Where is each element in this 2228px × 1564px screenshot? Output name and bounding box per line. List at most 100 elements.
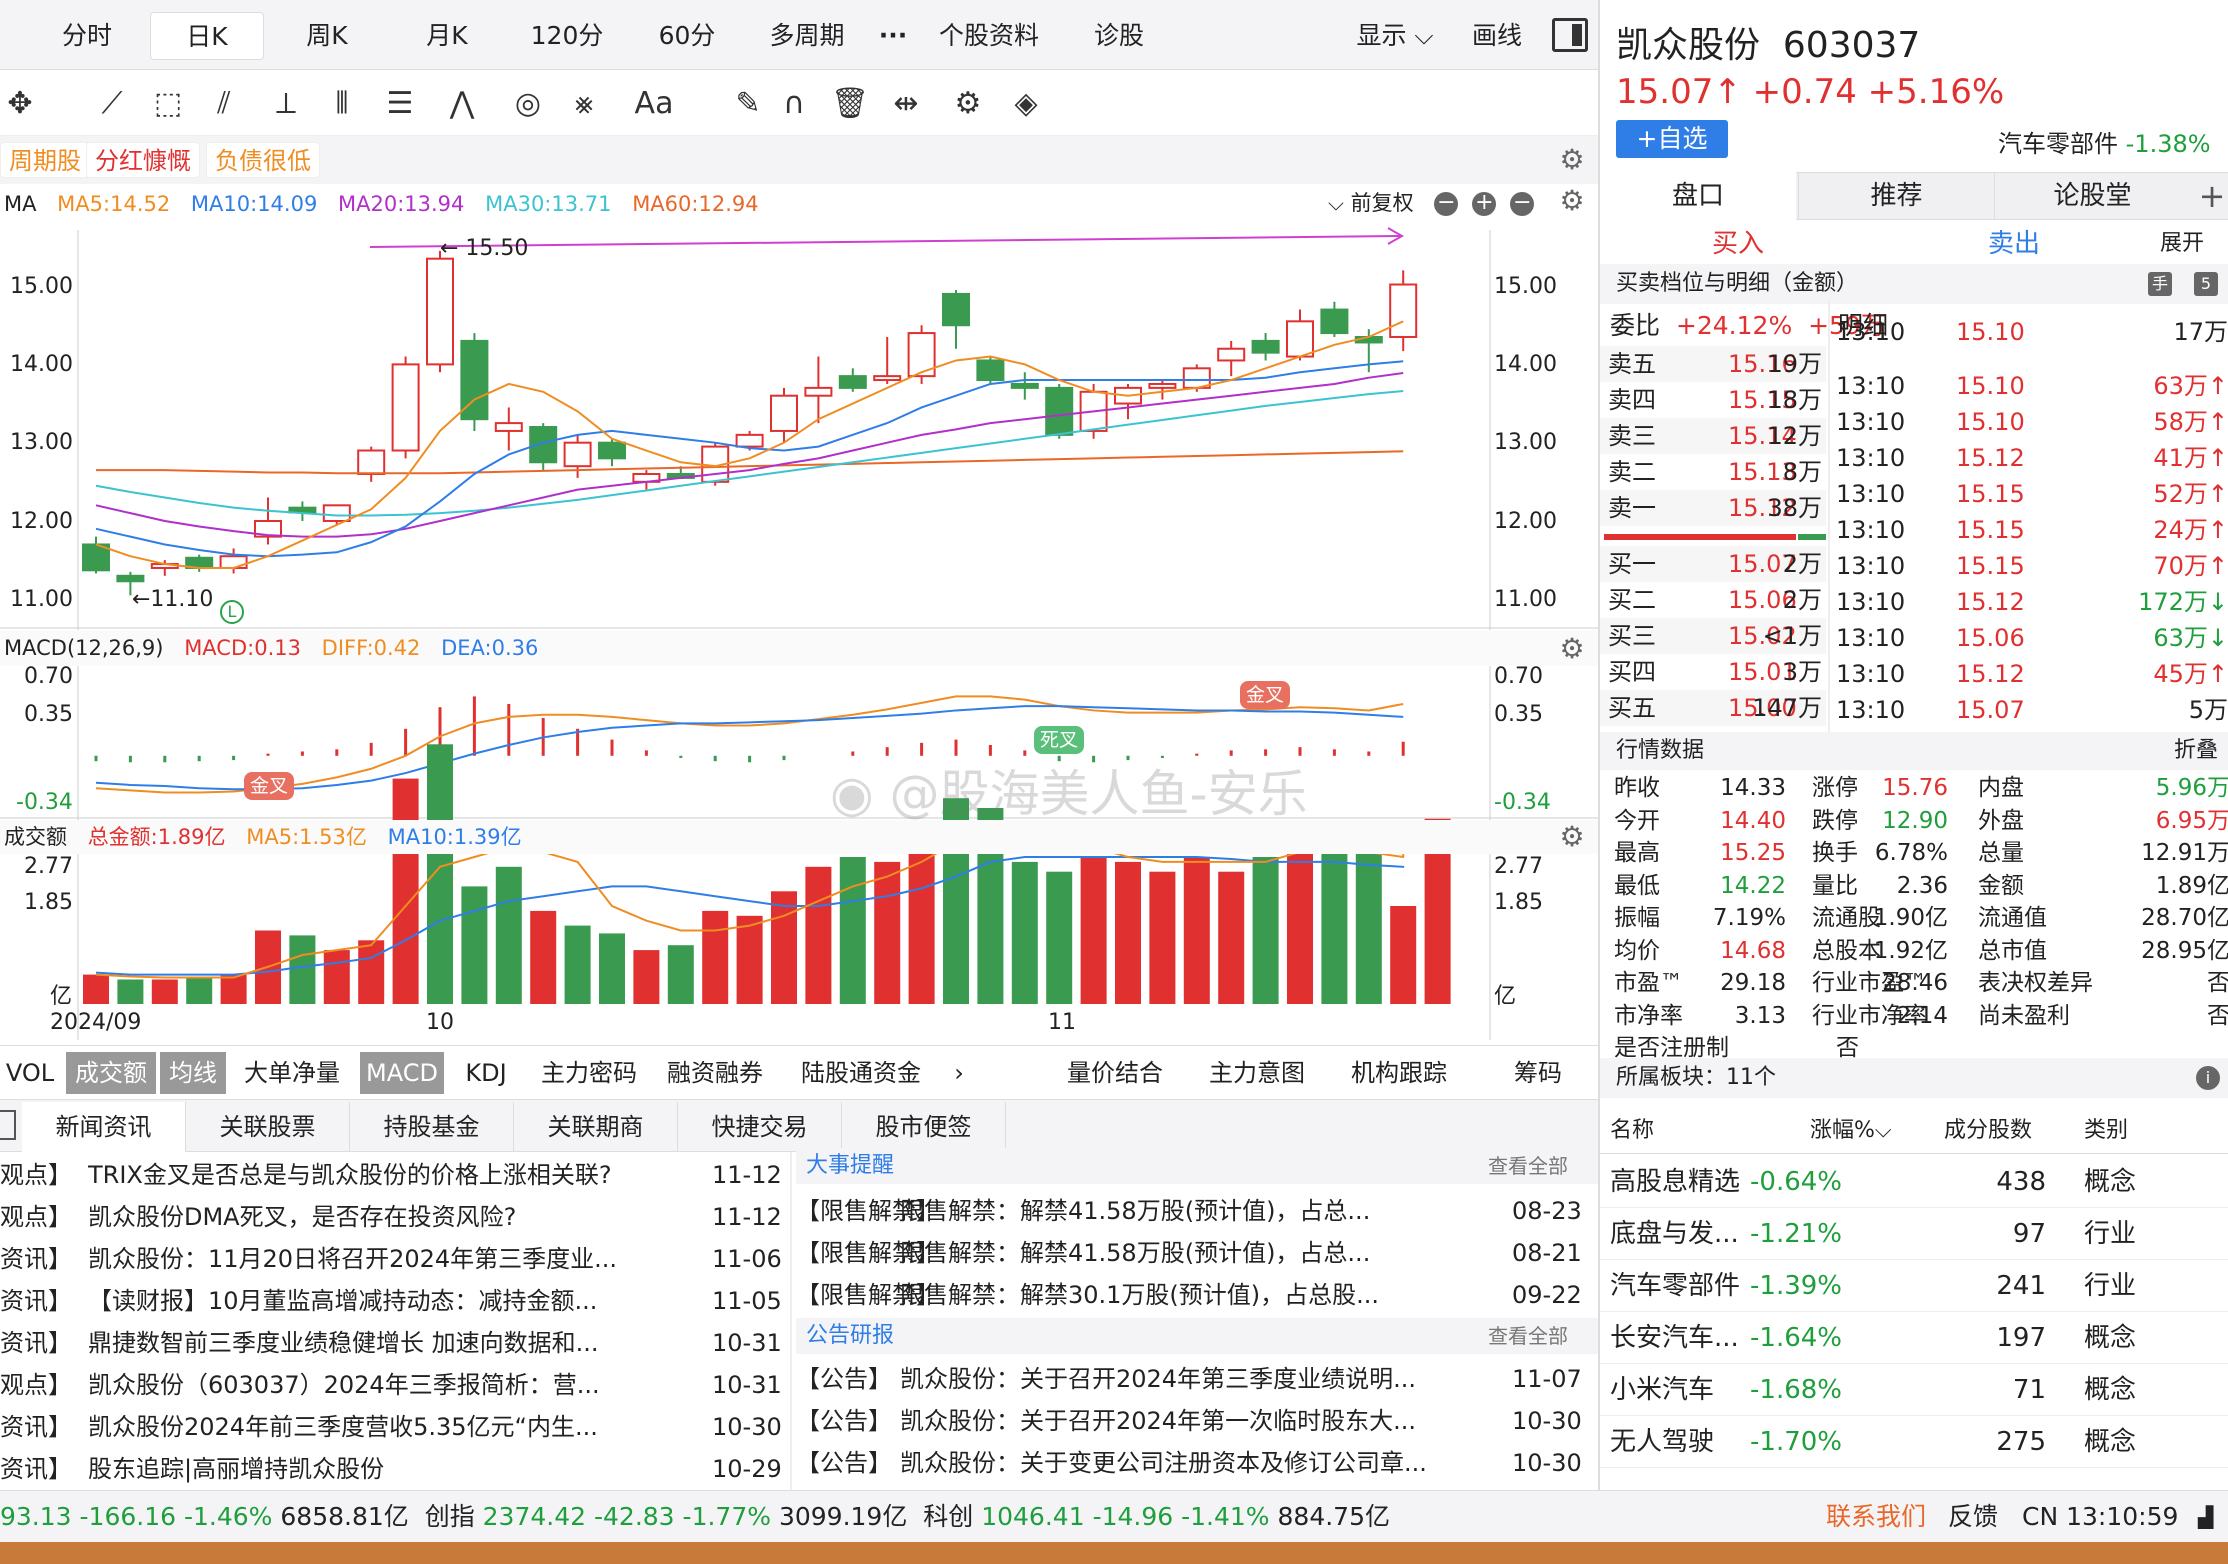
tab-recommend[interactable]: 推荐 [1798, 172, 1994, 220]
buy-level-row[interactable]: 买三 15.02 <1万 [1600, 618, 1826, 654]
index-sh[interactable]: 93.13 -166.16 -1.46% 6858.81亿 创指 2374.42… [0, 1491, 1390, 1543]
hand-icon[interactable]: 手 [2148, 272, 2172, 296]
sell-level-row[interactable]: 卖二 15.13 8万 [1600, 454, 1826, 490]
sell-level-row[interactable]: 卖一 15.12 38万 [1600, 490, 1826, 526]
news-item[interactable]: 观点】 凯众股份DMA死叉，是否存在投资风险? 11-12 [0, 1196, 786, 1238]
events-header-view-all[interactable]: 查看全部 [1488, 1148, 1568, 1184]
price-axis-label: 12.00 [10, 509, 73, 534]
tab-volume-price[interactable]: 量价结合 [1050, 1052, 1180, 1094]
market-label: 昨收 [1614, 775, 1660, 801]
reports-item[interactable]: 【公告】 凯众股份：关于召开2024年第三季度业绩说明... 11-07 [796, 1358, 1598, 1400]
candle-body [529, 426, 558, 464]
tab-quick-trade[interactable]: 快捷交易 [678, 1102, 842, 1152]
expand-button[interactable]: 展开 [2160, 224, 2204, 264]
tab-orderbook[interactable]: 盘口 [1600, 172, 1796, 220]
panel-toggle-icon[interactable] [0, 1110, 16, 1140]
stock-charts[interactable] [0, 0, 1598, 1045]
stock-title: 凯众股份 603037 [1616, 16, 1920, 68]
tab-notes[interactable]: 股市便签 [842, 1102, 1006, 1152]
sector-row[interactable]: 底盘与发... -1.21% 97 行业 [1600, 1208, 2228, 1260]
news-item[interactable]: 资讯】 股东追踪|高丽增持凯众股份 10-29 [0, 1448, 786, 1490]
buy-level-row[interactable]: 买四 15.01 3万 [1600, 654, 1826, 690]
sector-row[interactable]: 无人驾驶 -1.70% 275 概念 [1600, 1416, 2228, 1468]
sector-row[interactable]: 小米汽车 -1.68% 71 概念 [1600, 1364, 2228, 1416]
col-change[interactable]: 涨幅%⌵ [1810, 1112, 1892, 1144]
fold-button[interactable]: 折叠 [2174, 732, 2218, 770]
tab-big-order[interactable]: 大单净量L2 [238, 1052, 346, 1122]
tab-margin[interactable]: 融资融券 [660, 1052, 770, 1094]
reports-header-view-all[interactable]: 查看全部 [1488, 1318, 1568, 1354]
news-item[interactable]: 观点】 TRIX金叉是否总是与凯众股份的价格上涨相关联? 11-12 [0, 1154, 786, 1196]
news-tag: 资讯】 [0, 1245, 72, 1273]
tab-macd[interactable]: MACD [360, 1052, 444, 1094]
buy-level-row[interactable]: 买一 15.07 2万 [1600, 546, 1826, 582]
tab-chips[interactable]: 筹码 [1494, 1052, 1582, 1094]
news-item[interactable]: 资讯】 凯众股份：11月20日将召开2024年第三季度业... 11-06 [0, 1238, 786, 1280]
buy-level-volume: 147万 [1752, 694, 1822, 722]
events-item[interactable]: 【限售解禁】 限售解禁：解禁41.58万股(预计值)，占总... 08-21 [796, 1232, 1598, 1274]
sell-level-row[interactable]: 卖三 15.14 12万 [1600, 418, 1826, 454]
contact-link[interactable]: 联系我们 [1826, 1491, 1926, 1543]
sell-button[interactable]: 卖出 [1876, 224, 2152, 264]
sector-info[interactable]: 汽车零部件 -1.38% [1998, 124, 2211, 159]
sector-row[interactable]: 长安汽车... -1.64% 197 概念 [1600, 1312, 2228, 1364]
buy-level-row[interactable]: 买五 15.00 147万 [1600, 690, 1826, 726]
tab-main-intent[interactable]: 主力意图 [1192, 1052, 1322, 1094]
sell-level-row[interactable]: 卖五 15.16 19万 [1600, 346, 1826, 382]
add-watchlist-button[interactable]: +自选 [1616, 120, 1728, 158]
market-row: 最低 14.22 量比 2.36 金额 1.89亿 [1600, 870, 2228, 902]
price-axis-label-right: 13.00 [1494, 430, 1557, 455]
tick-volume: 70万↑ [2153, 552, 2228, 580]
candle-body [1251, 339, 1280, 354]
info-icon[interactable]: i [2196, 1066, 2220, 1090]
tab-news[interactable]: 新闻资讯 [22, 1102, 186, 1152]
tab-futures[interactable]: 关联期商 [514, 1102, 678, 1152]
add-tab-icon[interactable]: + [2194, 172, 2228, 220]
tab-vol[interactable]: VOL [2, 1052, 58, 1094]
col-type[interactable]: 类别 [2084, 1112, 2128, 1144]
index-sh-value: 93.13 [0, 1502, 72, 1531]
buy-level-label: 买二 [1608, 586, 1656, 614]
events-item[interactable]: 【限售解禁】 限售解禁：解禁41.58万股(预计值)，占总... 08-23 [796, 1190, 1598, 1232]
buy-level-volume: 3万 [1782, 658, 1822, 686]
tab-related-stocks[interactable]: 关联股票 [186, 1102, 350, 1152]
news-date: 10-31 [712, 1371, 782, 1399]
reports-item[interactable]: 【公告】 凯众股份：关于召开2024年第一次临时股东大... 10-30 [796, 1400, 1598, 1442]
tab-northbound[interactable]: 陆股通资金 [786, 1052, 936, 1094]
tab-main-code[interactable]: 主力密码 [534, 1052, 644, 1094]
sector-row[interactable]: 高股息精选 -0.64% 438 概念 [1600, 1156, 2228, 1208]
market-label: 内盘 [1978, 775, 2024, 801]
market-status-bar: 93.13 -166.16 -1.46% 6858.81亿 创指 2374.42… [0, 1490, 2228, 1542]
tab-ma[interactable]: 均线 [160, 1052, 226, 1094]
tab-institution[interactable]: 机构跟踪 [1334, 1052, 1464, 1094]
feedback-link[interactable]: 反馈 [1948, 1491, 1998, 1543]
col-count[interactable]: 成分股数 [1944, 1112, 2032, 1144]
reports-header-title: 公告研报 [806, 1323, 895, 1348]
buy-level-row[interactable]: 买二 15.06 2万 [1600, 582, 1826, 618]
tab-funds[interactable]: 持股基金 [350, 1102, 514, 1152]
news-item[interactable]: 资讯】 【读财报】10月董监高增减持动态：减持金额... 11-05 [0, 1280, 786, 1322]
col-name[interactable]: 名称 [1610, 1112, 1654, 1144]
golden-cross-badge: 金叉 [1240, 681, 1291, 709]
tab-kdj[interactable]: KDJ [456, 1052, 516, 1094]
tab-forum[interactable]: 论股堂 [1994, 172, 2190, 220]
volume-settings-icon[interactable]: ⚙ [1557, 822, 1587, 852]
news-item[interactable]: 观点】 凯众股份（603037）2024年三季报简析：营... 10-31 [0, 1364, 786, 1406]
market-value: 7.19% [1712, 905, 1786, 931]
reports-item[interactable]: 【公告】 凯众股份：关于变更公司注册资本及修订公司章... 10-30 [796, 1442, 1598, 1484]
news-item[interactable]: 资讯】 凯众股份2024年前三季度营收5.35亿元“内生... 10-30 [0, 1406, 786, 1448]
events-title: 限售解禁：解禁41.58万股(预计值)，占总... [900, 1239, 1371, 1267]
chevron-right-icon[interactable]: › [944, 1052, 974, 1094]
candle-body [735, 433, 764, 448]
tick-row: 13:10 15.06 63万↓ [1832, 620, 2228, 656]
news-item[interactable]: 资讯】 鼎捷数智前三季度业绩稳健增长 加速向数据和... 10-31 [0, 1322, 786, 1364]
sector-row[interactable]: 汽车零部件 -1.39% 241 行业 [1600, 1260, 2228, 1312]
buy-button[interactable]: 买入 [1600, 224, 1876, 264]
big-order-label: 大单净量 [244, 1059, 340, 1087]
level-five-icon[interactable]: 5 [2194, 272, 2218, 296]
events-item[interactable]: 【限售解禁】 限售解禁：解禁30.1万股(预计值)，占总股... 09-22 [796, 1274, 1598, 1316]
macd-settings-icon[interactable]: ⚙ [1557, 634, 1587, 664]
low-price-label: ←11.10 [132, 587, 214, 612]
sell-level-row[interactable]: 卖四 15.15 18万 [1600, 382, 1826, 418]
tab-turnover[interactable]: 成交额 [66, 1052, 156, 1094]
